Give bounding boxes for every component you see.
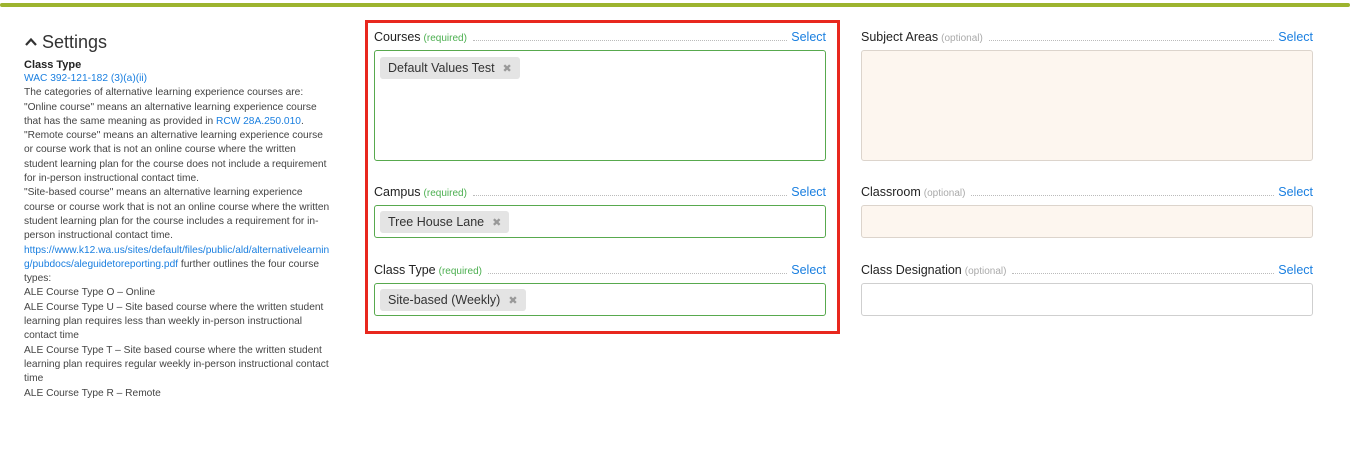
rcw-link[interactable]: RCW 28A.250.010 <box>216 116 301 127</box>
classroom-box[interactable] <box>861 205 1313 238</box>
class-designation-field: Class Designation (optional) Select <box>861 263 1313 316</box>
settings-panel: Settings Class Type WAC 392-121-182 (3)(… <box>24 30 332 401</box>
subject-areas-label: Subject Areas <box>861 30 939 44</box>
top-accent-line <box>0 3 1350 7</box>
settings-toggle[interactable]: Settings <box>24 30 332 54</box>
class-type-help: WAC 392-121-182 (3)(a)(ii) The categorie… <box>24 72 332 401</box>
course-type-t: ALE Course Type T – Site based course wh… <box>24 344 329 385</box>
chevron-up-icon <box>25 37 37 46</box>
subject-areas-box[interactable] <box>861 50 1313 161</box>
class-type-heading: Class Type <box>24 59 82 71</box>
wac-link[interactable]: WAC 392-121-182 (3)(a)(ii) <box>24 73 147 84</box>
classroom-field: Classroom (optional) Select <box>861 185 1313 238</box>
classroom-select-link[interactable]: Select <box>1278 185 1313 199</box>
classroom-dotted-leader <box>971 195 1275 196</box>
course-type-u: ALE Course Type U – Site based course wh… <box>24 301 324 342</box>
classroom-label: Classroom <box>861 185 921 199</box>
subject-areas-select-link[interactable]: Select <box>1278 30 1313 44</box>
class-designation-box[interactable] <box>861 283 1313 316</box>
help-para-3: "Site-based course" means an alternative… <box>24 187 330 242</box>
class-designation-dotted-leader <box>1012 273 1275 274</box>
help-para-2: "Remote course" means an alternative lea… <box>24 130 327 185</box>
course-type-o: ALE Course Type O – Online <box>24 287 156 299</box>
class-designation-label: Class Designation <box>861 263 962 277</box>
subject-areas-optional-tag: (optional) <box>941 33 983 44</box>
subject-areas-field: Subject Areas (optional) Select <box>861 30 1313 161</box>
class-designation-select-link[interactable]: Select <box>1278 263 1313 277</box>
help-para-1-end: . <box>300 115 304 127</box>
top-accent-bar <box>0 0 1350 7</box>
class-designation-optional-tag: (optional) <box>964 266 1007 277</box>
classroom-optional-tag: (optional) <box>923 188 966 199</box>
subject-areas-dotted-leader <box>988 40 1275 41</box>
required-fields-highlight <box>365 20 840 334</box>
settings-title: Settings <box>42 31 108 52</box>
course-type-r: ALE Course Type R – Remote <box>24 387 161 399</box>
